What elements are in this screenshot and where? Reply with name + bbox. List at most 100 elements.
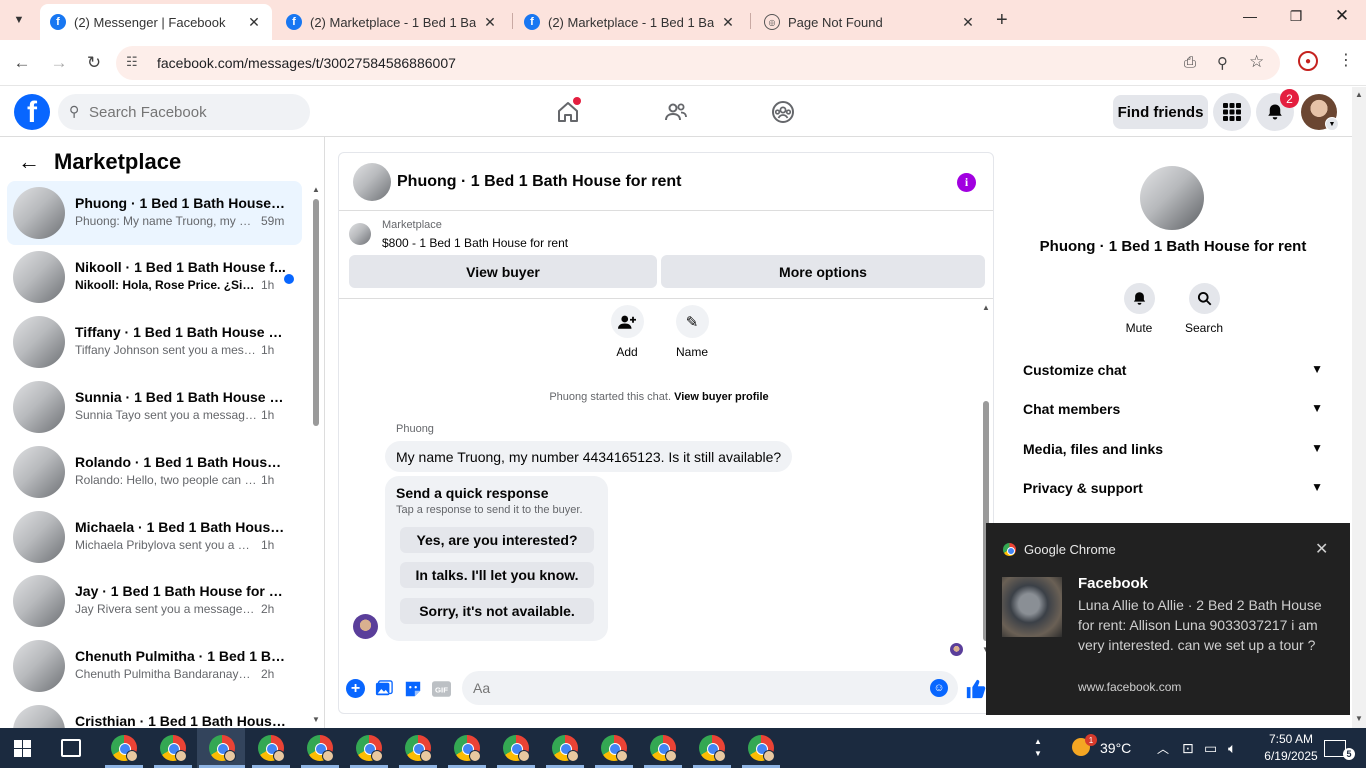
chrome-taskbar-icon[interactable] (405, 735, 432, 762)
customize-chat-section[interactable]: Customize chat ▼ (1023, 358, 1323, 382)
profile-icon[interactable]: ● (1298, 51, 1318, 71)
groups-icon[interactable] (770, 99, 796, 125)
scroll-up-icon[interactable]: ▲ (1355, 90, 1363, 99)
find-friends-button[interactable]: Find friends (1113, 95, 1208, 129)
plus-icon[interactable]: + (346, 679, 365, 698)
sticker-icon[interactable] (403, 679, 422, 698)
conversation-item[interactable]: Sunnia · 1 Bed 1 Bath House for ... Sunn… (7, 375, 302, 439)
chrome-notification[interactable]: Google Chrome ✕ Facebook Luna Allie to A… (986, 523, 1350, 715)
chrome-taskbar-icon[interactable] (748, 735, 775, 762)
reload-button[interactable]: ↻ (82, 51, 106, 75)
install-app-icon[interactable]: ⎙ (1184, 54, 1196, 71)
windows-start-icon[interactable] (14, 740, 31, 757)
message-input-box[interactable]: ☺ (462, 671, 958, 705)
chevron-down-icon[interactable]: ▼ (1325, 117, 1339, 131)
bookmark-star-icon[interactable]: ☆ (1249, 52, 1264, 72)
browser-menu-icon[interactable]: ⋮ (1338, 50, 1354, 70)
quick-response-button[interactable]: In talks. I'll let you know. (400, 562, 594, 588)
tab-close-icon[interactable]: ✕ (720, 14, 736, 31)
back-button[interactable]: ← (10, 51, 34, 75)
tab-search-button[interactable]: ▼ (6, 8, 32, 32)
facebook-logo[interactable]: f (14, 94, 50, 130)
chrome-taskbar-icon[interactable] (209, 735, 236, 762)
taskbar-scroll-arrows[interactable]: ▲ ▼ (1034, 728, 1042, 768)
add-person-button[interactable]: Add (602, 305, 652, 359)
show-hidden-icons-button[interactable]: ︿ (1157, 728, 1169, 768)
conversation-item[interactable]: Rolando · 1 Bed 1 Bath House fo... Rolan… (7, 440, 302, 504)
tab-page-not-found[interactable]: ◎ Page Not Found ✕ (754, 4, 986, 40)
quick-response-button[interactable]: Yes, are you interested? (400, 527, 594, 553)
network-icon[interactable]: ▭ (1204, 728, 1217, 768)
back-arrow-icon[interactable]: ← (18, 149, 40, 175)
chat-avatar[interactable] (353, 163, 391, 201)
chrome-taskbar-icon[interactable] (454, 735, 481, 762)
quick-response-button[interactable]: Sorry, it's not available. (400, 598, 594, 624)
contact-avatar[interactable] (1140, 166, 1204, 230)
info-icon[interactable]: i (957, 173, 976, 192)
forward-button[interactable]: → (47, 51, 71, 75)
tab-close-icon[interactable]: ✕ (482, 14, 498, 31)
conversation-item[interactable]: Jay · 1 Bed 1 Bath House for rent Jay Ri… (7, 569, 302, 633)
tab-marketplace-2[interactable]: f (2) Marketplace - 1 Bed 1 Bath ✕ (514, 4, 746, 40)
tab-close-icon[interactable]: ✕ (246, 14, 262, 31)
chrome-taskbar-icon[interactable] (503, 735, 530, 762)
system-clock[interactable]: 7:50 AM 6/19/2025 (1259, 731, 1323, 765)
chrome-taskbar-icon[interactable] (160, 735, 187, 762)
task-view-icon[interactable] (61, 739, 81, 757)
view-buyer-button[interactable]: View buyer (349, 255, 657, 288)
chat-members-section[interactable]: Chat members ▼ (1023, 397, 1323, 421)
chat-title[interactable]: Phuong · 1 Bed 1 Bath House for rent (397, 173, 681, 191)
privacy-support-section[interactable]: Privacy & support ▼ (1023, 476, 1323, 500)
chrome-taskbar-icon[interactable] (356, 735, 383, 762)
sender-avatar[interactable] (353, 614, 378, 639)
page-scrollbar[interactable]: ▲ ▼ (1352, 87, 1366, 728)
tab-close-icon[interactable]: ✕ (960, 14, 976, 31)
restore-button[interactable]: ❐ (1276, 8, 1316, 25)
conversation-list-scrollbar[interactable]: ▲ ▼ (311, 185, 321, 725)
scroll-down-icon[interactable]: ▼ (312, 715, 320, 724)
tab-marketplace-1[interactable]: f (2) Marketplace - 1 Bed 1 Bath ✕ (276, 4, 508, 40)
scroll-down-icon[interactable]: ▼ (1355, 714, 1363, 723)
close-icon[interactable]: ✕ (1315, 539, 1328, 559)
chrome-taskbar-icon[interactable] (601, 735, 628, 762)
mute-button[interactable]: Mute (1114, 283, 1164, 335)
scrollbar-thumb[interactable] (313, 199, 319, 426)
facebook-search[interactable]: ⚲ (58, 94, 310, 130)
message-bubble[interactable]: My name Truong, my number 4434165123. Is… (385, 441, 793, 472)
menu-grid-button[interactable] (1213, 93, 1251, 131)
chrome-taskbar-icon[interactable] (699, 735, 726, 762)
minimize-button[interactable]: — (1230, 8, 1270, 24)
device-icon[interactable]: ⊡ (1182, 728, 1194, 768)
chrome-taskbar-icon[interactable] (552, 735, 579, 762)
close-window-button[interactable]: ✕ (1322, 6, 1362, 26)
new-tab-button[interactable]: + (996, 9, 1008, 32)
thumbs-up-icon[interactable] (965, 678, 987, 705)
photo-icon[interactable] (374, 679, 393, 698)
address-bar[interactable]: ☷ facebook.com/messages/t/30027584586886… (116, 46, 1280, 80)
friends-icon[interactable] (663, 99, 689, 125)
more-options-button[interactable]: More options (661, 255, 985, 288)
zoom-icon[interactable]: ⚲ (1217, 54, 1228, 72)
message-input[interactable] (473, 671, 913, 705)
conversation-item[interactable]: Phuong · 1 Bed 1 Bath House for... Phuon… (7, 181, 302, 245)
media-files-links-section[interactable]: Media, files and links ▼ (1023, 437, 1323, 461)
edit-name-button[interactable]: ✎ Name (667, 305, 717, 359)
search-conversation-button[interactable]: Search (1179, 283, 1229, 335)
conversation-item[interactable]: Cristhian · 1 Bed 1 Bath House fo... (7, 699, 302, 728)
conversation-item[interactable]: Nikooll · 1 Bed 1 Bath House f... Nikool… (7, 245, 302, 309)
volume-icon[interactable]: 🔈︎ (1228, 728, 1236, 768)
chrome-taskbar-icon[interactable] (258, 735, 285, 762)
conversation-item[interactable]: Michaela · 1 Bed 1 Bath House f... Micha… (7, 505, 302, 569)
site-settings-icon[interactable]: ☷ (126, 54, 138, 70)
tab-messenger[interactable]: f (2) Messenger | Facebook ✕ (40, 4, 272, 40)
conversation-item[interactable]: Tiffany · 1 Bed 1 Bath House for ... Tif… (7, 310, 302, 374)
chrome-taskbar-icon[interactable] (650, 735, 677, 762)
emoji-icon[interactable]: ☺ (930, 679, 948, 697)
scroll-up-icon[interactable]: ▲ (982, 303, 990, 312)
conversation-item[interactable]: Chenuth Pulmitha · 1 Bed 1 Bath... Chenu… (7, 634, 302, 698)
temperature[interactable]: 39°C (1100, 728, 1131, 768)
chrome-taskbar-icon[interactable] (307, 735, 334, 762)
view-buyer-profile-link[interactable]: View buyer profile (674, 391, 769, 403)
listing-price[interactable]: $800 - 1 Bed 1 Bath House for rent (382, 236, 568, 250)
chrome-taskbar-icon[interactable] (111, 735, 138, 762)
